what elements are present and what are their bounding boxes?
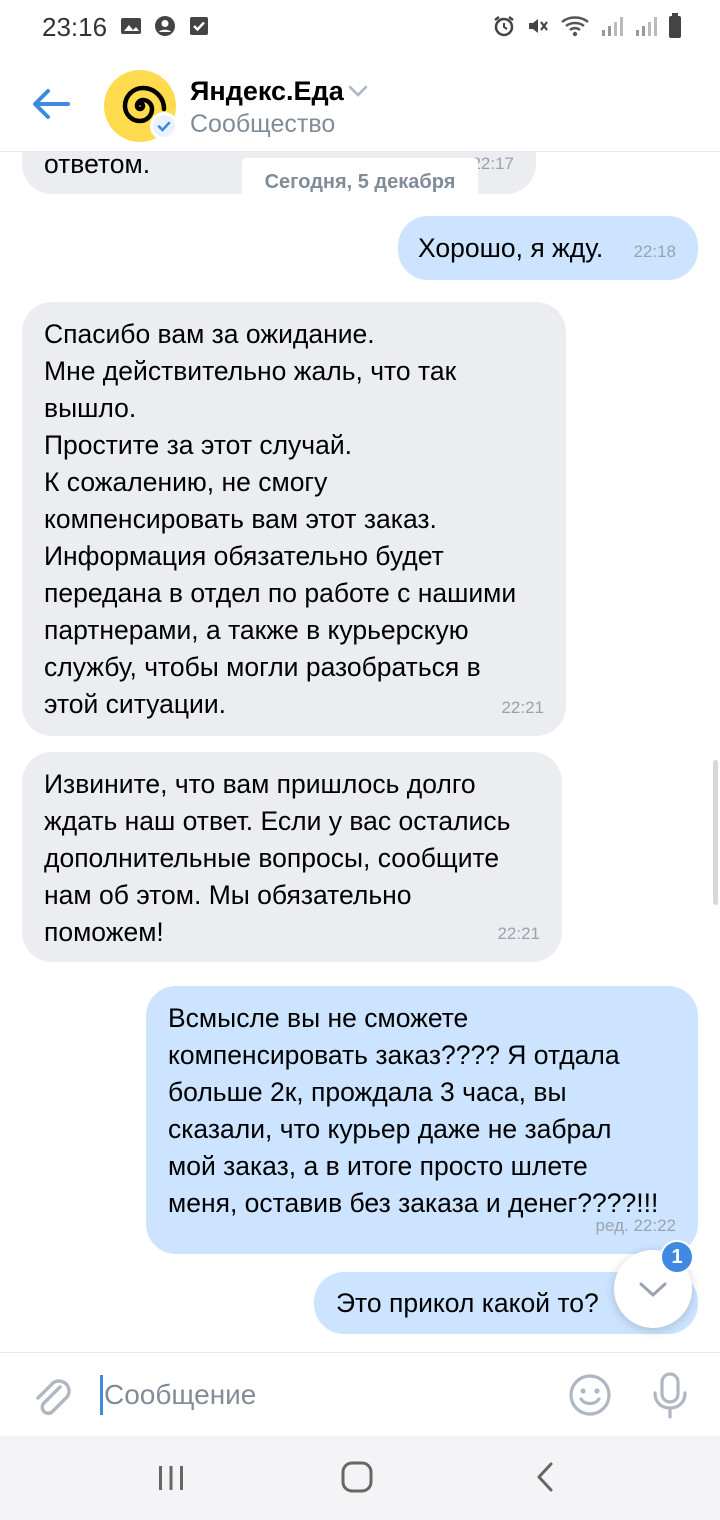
page-title[interactable]: Яндекс.Еда (190, 76, 344, 107)
wifi-icon (561, 16, 589, 37)
gallery-icon (121, 18, 141, 34)
alarm-icon (494, 16, 514, 37)
message-text: Извините, что вам пришлось долго ждать н… (44, 769, 511, 947)
attach-paperclip-icon[interactable] (30, 1373, 72, 1417)
recent-apps-icon[interactable] (156, 1464, 186, 1492)
message-time: ред. 22:22 (595, 1216, 676, 1235)
message-text: Всмысле вы не сможете компенсировать зак… (168, 1003, 659, 1218)
message-text: Спасибо вам за ожидание. Мне действитель… (44, 319, 517, 719)
battery-icon (669, 13, 681, 38)
message-outgoing[interactable]: Всмысле вы не сможете компенсировать зак… (146, 986, 698, 1254)
back-arrow-icon[interactable] (28, 84, 72, 124)
message-time: 22:18 (633, 242, 676, 261)
unread-badge: 1 (660, 1240, 694, 1274)
header-subtitle: Сообщество (190, 110, 336, 138)
verified-check-icon (153, 115, 175, 137)
message-input[interactable] (98, 1371, 538, 1419)
checkbox-notification-icon (190, 17, 208, 35)
text-caret (100, 1375, 103, 1415)
status-bar: 23:16 (0, 0, 720, 56)
account-icon (155, 16, 175, 36)
microphone-icon[interactable] (650, 1371, 690, 1419)
message-time: 22:21 (497, 924, 540, 943)
home-icon[interactable] (340, 1460, 374, 1494)
signal-icon-1 (602, 17, 623, 36)
composer (0, 1352, 720, 1436)
system-navigation-bar (0, 1436, 720, 1520)
message-time: 22:21 (501, 698, 544, 717)
chat-header: Яндекс.Еда Сообщество (0, 56, 720, 152)
verified-badge (150, 112, 178, 140)
chevron-down-icon[interactable] (348, 84, 368, 98)
back-icon[interactable] (534, 1460, 556, 1494)
date-separator: Сегодня, 5 декабря (242, 158, 478, 196)
scrollbar[interactable] (713, 760, 718, 905)
message-outgoing[interactable]: Хорошо, я жду. 22:18 (398, 216, 698, 280)
message-incoming[interactable]: Извините, что вам пришлось долго ждать н… (22, 752, 562, 962)
signal-icon-2 (636, 17, 657, 36)
emoji-smile-icon[interactable] (568, 1373, 612, 1417)
mute-icon (529, 19, 548, 33)
message-incoming[interactable]: Спасибо вам за ожидание. Мне действитель… (22, 302, 566, 736)
status-time: 23:16 (42, 12, 108, 42)
